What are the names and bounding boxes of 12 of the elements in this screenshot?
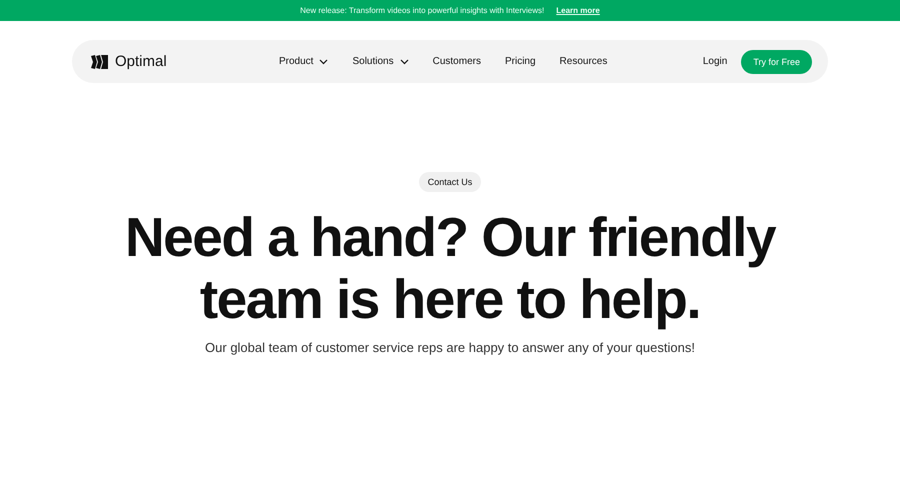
login-link[interactable]: Login	[702, 56, 728, 67]
nav-link[interactable]: Customers	[432, 56, 481, 67]
nav-link[interactable]: Solutions	[352, 56, 409, 67]
nav-link[interactable]: Product	[279, 56, 328, 67]
hero-subtitle: Our global team of customer service reps are happy to answer any of your questions!	[205, 340, 695, 355]
announcement-text: New release: Transform videos into powerful insights with Interviews!	[300, 6, 544, 15]
logo-icon	[91, 54, 109, 68]
hero-heading: Need a hand? Our friendly team is here to help.	[124, 206, 777, 330]
nav-link[interactable]: Pricing	[504, 56, 536, 67]
brand-name: Optimal	[115, 53, 167, 70]
contact-us-badge: Contact Us	[418, 172, 482, 192]
nav-link[interactable]: Resources	[560, 56, 608, 67]
